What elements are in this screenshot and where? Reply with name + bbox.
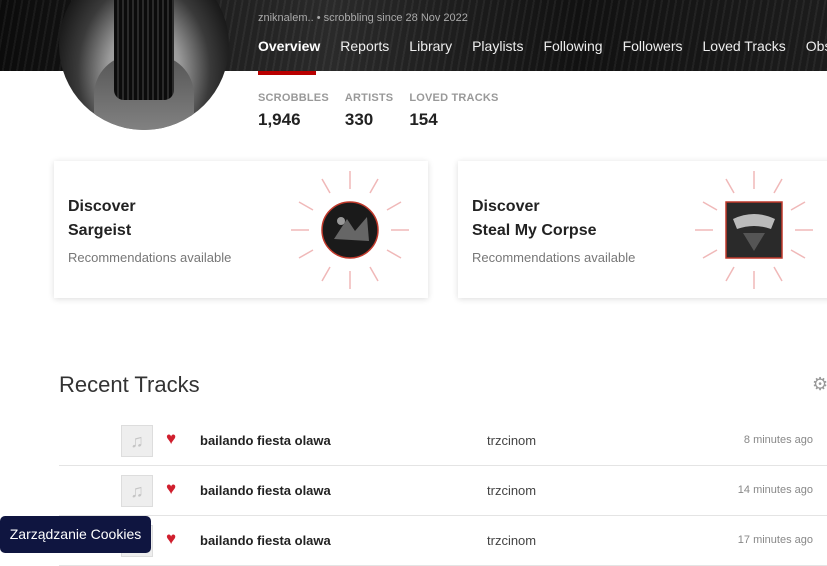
discover-subtitle: Recommendations available bbox=[68, 250, 232, 265]
stat-value: 330 bbox=[344, 110, 374, 129]
discover-card-sargeist[interactable]: Discover Sargeist Recommendations availa… bbox=[54, 161, 428, 298]
tab-library[interactable]: Library bbox=[409, 38, 452, 54]
stat-label: SCROBBLES bbox=[258, 92, 329, 104]
stat-label: LOVED TRACKS bbox=[409, 92, 499, 104]
music-note-icon: ♫ bbox=[121, 475, 153, 507]
tab-followers[interactable]: Followers bbox=[623, 38, 683, 54]
tab-overview[interactable]: Overview bbox=[258, 38, 320, 54]
discover-artist-link[interactable]: Sargeist bbox=[68, 219, 136, 243]
discover-subtitle: Recommendations available bbox=[472, 250, 636, 265]
heart-icon[interactable]: ♥ bbox=[166, 529, 176, 549]
stat-value: 154 bbox=[409, 110, 438, 129]
stat-artists[interactable]: ARTISTS 330 bbox=[345, 92, 393, 130]
artist-link[interactable]: trzcinom bbox=[487, 433, 536, 448]
discover-heading: Discover bbox=[472, 198, 540, 215]
cookie-settings-button[interactable]: Zarządzanie Cookies bbox=[0, 516, 151, 553]
tab-following[interactable]: Following bbox=[543, 38, 602, 54]
heart-icon[interactable]: ♥ bbox=[166, 429, 176, 449]
table-row[interactable]: ♫ ♥ bailando fiesta olawa trzcinom 14 mi… bbox=[59, 466, 827, 516]
scrobble-time: 17 minutes ago bbox=[737, 534, 813, 546]
scrobble-time: 8 minutes ago bbox=[743, 434, 813, 446]
track-name-link[interactable]: bailando fiesta olawa bbox=[200, 533, 331, 548]
stat-loved-tracks[interactable]: LOVED TRACKS 154 bbox=[409, 92, 498, 130]
artist-link[interactable]: trzcinom bbox=[487, 483, 536, 498]
stat-label: ARTISTS bbox=[344, 92, 394, 104]
gear-icon[interactable]: ⚙ bbox=[812, 374, 827, 395]
discover-artist-link[interactable]: Steal My Corpse bbox=[472, 219, 596, 243]
scrobble-time: 14 minutes ago bbox=[737, 484, 813, 496]
tab-obsessions[interactable]: Obses bbox=[806, 38, 827, 54]
heart-icon[interactable]: ♥ bbox=[166, 479, 176, 499]
discover-card-steal-my-corpse[interactable]: Discover Steal My Corpse Recommendations… bbox=[458, 161, 827, 298]
profile-stats: SCROBBLES 1,946 ARTISTS 330 LOVED TRACKS… bbox=[258, 92, 499, 130]
tab-reports[interactable]: Reports bbox=[340, 38, 389, 54]
profile-avatar[interactable] bbox=[59, 0, 229, 130]
table-row[interactable]: ♫ ♥ bailando fiesta olawa trzcinom 8 min… bbox=[59, 416, 827, 466]
track-name-link[interactable]: bailando fiesta olawa bbox=[200, 483, 331, 498]
tab-playlists[interactable]: Playlists bbox=[472, 38, 523, 54]
discover-artist-image[interactable] bbox=[693, 169, 815, 291]
track-name-link[interactable]: bailando fiesta olawa bbox=[200, 433, 331, 448]
profile-meta: zniknalem.. • scrobbling since 28 Nov 20… bbox=[258, 12, 468, 24]
discover-heading: Discover bbox=[68, 198, 136, 215]
discover-artist-image[interactable] bbox=[289, 169, 411, 291]
stat-value: 1,946 bbox=[258, 110, 301, 129]
artist-link[interactable]: trzcinom bbox=[487, 533, 536, 548]
music-note-icon: ♫ bbox=[121, 425, 153, 457]
recent-tracks-title[interactable]: Recent Tracks bbox=[59, 372, 200, 398]
stat-scrobbles[interactable]: SCROBBLES 1,946 bbox=[258, 92, 329, 130]
tab-loved-tracks[interactable]: Loved Tracks bbox=[703, 38, 786, 54]
active-tab-indicator bbox=[258, 71, 316, 75]
profile-nav: Overview Reports Library Playlists Follo… bbox=[258, 38, 827, 54]
